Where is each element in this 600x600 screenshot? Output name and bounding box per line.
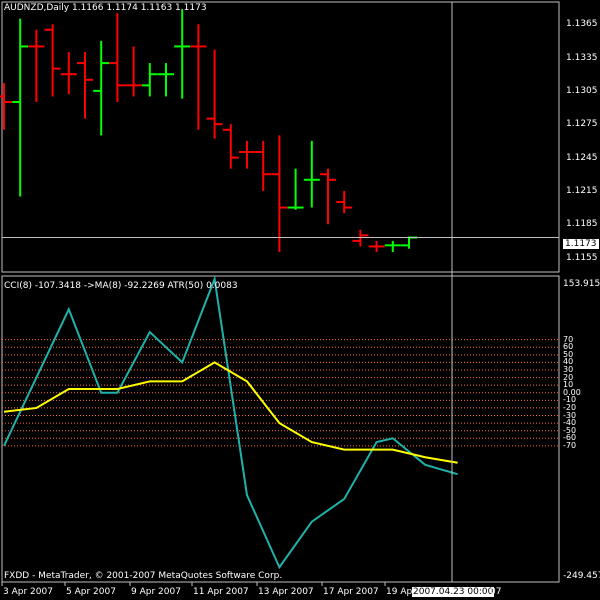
copyright-footer: FXDD - MetaTrader, © 2001-2007 MetaQuote… [4, 571, 283, 581]
level-axis-label: -70 [563, 440, 577, 450]
current-price-label: 1.1173 [563, 239, 599, 249]
price-axis-label: 1.1215 [566, 185, 598, 196]
price-bars[interactable] [0, 9, 559, 252]
time-axis-label: 13 Apr 2007 [258, 587, 314, 597]
cci-level-bands [2, 339, 559, 447]
price-axis-label: 1.1365 [566, 19, 598, 30]
crosshair-time-label: 2007.04.23 00:00 [412, 587, 495, 597]
indicator-bottom-label: -249.457 [563, 571, 600, 581]
time-axis-label: 9 Apr 2007 [131, 587, 181, 597]
time-axis-label: 5 Apr 2007 [66, 587, 116, 597]
price-axis-label: 1.1245 [566, 152, 598, 163]
price-axis-label: 1.1185 [566, 219, 598, 230]
main-panel-frame [1, 1, 560, 273]
chart-title: AUDNZD,Daily 1.1166 1.1174 1.1163 1.1173 [4, 3, 207, 13]
indicator-header: CCI(8) -107.3418 ->MA(8) -92.2269 ATR(50… [4, 281, 238, 291]
main-panel-border [1, 1, 560, 273]
price-axis-label: 1.1305 [566, 85, 598, 96]
time-axis-label: 11 Apr 2007 [193, 587, 249, 597]
time-axis-label: 17 Apr 2007 [323, 587, 379, 597]
chart-canvas[interactable] [0, 0, 600, 600]
indicator-panel-frame [1, 275, 560, 583]
time-axis-trailing-label: 07 [490, 587, 502, 597]
price-axis-label: 1.1335 [566, 52, 598, 63]
indicator-top-label: 153.9159 [563, 279, 600, 289]
indicator-panel-border [1, 275, 560, 583]
price-axis-label: 1.1155 [566, 252, 598, 263]
price-axis-label: 1.1275 [566, 119, 598, 130]
time-axis-label: 3 Apr 2007 [3, 587, 53, 597]
